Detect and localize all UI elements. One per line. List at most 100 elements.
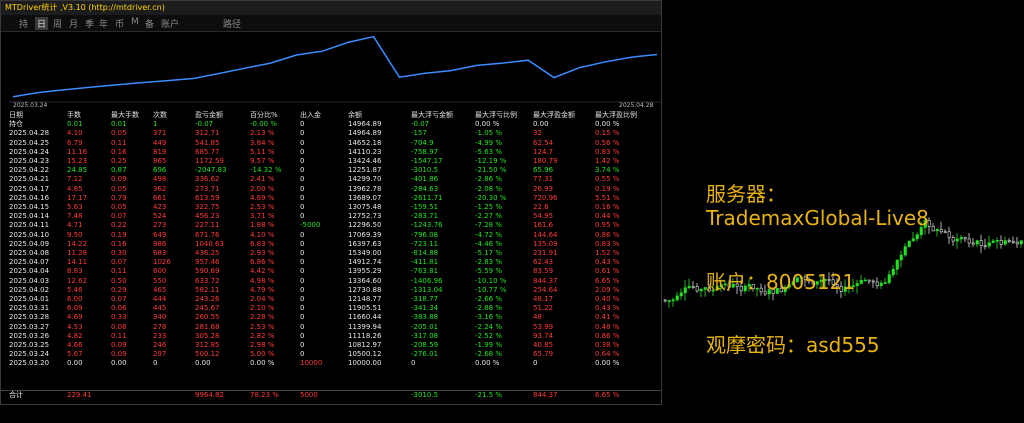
- table-row[interactable]: 2025.04.24 11.16 0.16 819 685.77 5.11 % 0 14110…: [9, 148, 655, 157]
- col-header[interactable]: 最大浮盈比例: [595, 111, 655, 120]
- candle-body: [691, 286, 695, 288]
- cell: -1.25 %: [475, 203, 502, 212]
- cell: 53.99: [533, 322, 554, 331]
- cell: 持仓: [9, 120, 23, 129]
- cell: 54.95: [533, 212, 554, 221]
- table-row[interactable]: 2025.03.20 0.00 0.00 0 0.00 0.00 % 10000 10000.…: [9, 359, 655, 368]
- col-header[interactable]: 余额: [348, 111, 411, 120]
- table-row[interactable]: 2025.04.28 4.10 0.05 371 312.71 2.13 % 0 14964.…: [9, 129, 655, 138]
- cell: -2.68 %: [475, 350, 502, 359]
- menu-item-day[interactable]: 日: [35, 17, 49, 30]
- cell: 5.63: [67, 203, 83, 212]
- table-row[interactable]: 2025.03.28 4.69 0.33 340 260.55 2.28 % 0 11660.…: [9, 313, 655, 322]
- col-header[interactable]: 最大浮亏金额: [411, 111, 475, 120]
- menu-item-quarter[interactable]: 季: [85, 17, 94, 30]
- cell: 11.28: [67, 249, 88, 258]
- col-header[interactable]: 最大手数: [111, 111, 153, 120]
- table-row[interactable]: 2025.03.24 5.67 0.09 297 500.12 5.00 % 0 10500.…: [9, 350, 655, 359]
- cell: -1243.76: [411, 221, 443, 230]
- cell: 281.68: [195, 322, 220, 331]
- col-header[interactable]: 盈亏金额: [195, 111, 250, 120]
- table-row[interactable]: 2025.04.15 5.63 0.05 423 322.75 2.53 % 0 13075.…: [9, 203, 655, 212]
- table-row[interactable]: 2025.04.04 8.83 0.11 600 590.69 4.42 % 0 13955.…: [9, 267, 655, 276]
- cell: 2025.04.24: [9, 147, 50, 156]
- candle-body: [675, 295, 679, 301]
- table-row[interactable]: 2025.04.23 15.23 0.25 865 1172.59 9.57 % 0 1342…: [9, 157, 655, 166]
- table-row[interactable]: 2025.04.22 24.85 0.87 696 -2047.83 -14.32 % 0 1…: [9, 166, 655, 175]
- table-row[interactable]: 2025.03.25 4.66 0.09 246 312.85 2.98 % 0 10812.…: [9, 341, 655, 350]
- cell: 2025.04.07: [9, 258, 50, 267]
- table-row[interactable]: 2025.03.27 4.53 0.08 278 281.68 2.53 % 0 11399.…: [9, 323, 655, 332]
- cell: 0.05: [111, 203, 127, 212]
- table-row[interactable]: 2025.04.17 4.85 0.05 362 273.71 2.00 % 0 13962.…: [9, 185, 655, 194]
- candle-body: [967, 238, 971, 244]
- cell: 0: [300, 249, 305, 258]
- position-row[interactable]: 持仓 0.01 0.01 1 -0.07 -0.00 % 0 14964.89 …: [9, 120, 655, 129]
- menu-item-currency[interactable]: 币: [115, 17, 124, 30]
- table-row[interactable]: 2025.03.31 6.09 0.06 445 245.67 2.10 % 0 11905.…: [9, 304, 655, 313]
- table-row[interactable]: 2025.04.09 14.22 0.16 886 1040.63 6.83 % 0 1639…: [9, 240, 655, 249]
- table-row[interactable]: 2025.04.16 17.17 0.79 661 613.59 4.69 % 0 13689…: [9, 194, 655, 203]
- col-header[interactable]: 最大浮盈金额: [533, 111, 595, 120]
- menu-item-account[interactable]: 账户: [161, 17, 179, 30]
- table-row[interactable]: 2025.04.10 9.50 0.19 649 671.76 4.10 % 0 17069.…: [9, 231, 655, 240]
- col-header[interactable]: 手数: [67, 111, 111, 120]
- table-row[interactable]: 2025.04.02 5.46 0.29 465 582.11 4.79 % 0 12730.…: [9, 286, 655, 295]
- candle-body: [871, 280, 875, 283]
- table-row[interactable]: 2025.04.08 11.28 0.30 683 436.25 2.93 % 0 15349…: [9, 249, 655, 258]
- cell: 3.71 %: [250, 212, 275, 221]
- cell: 0.00 %: [250, 359, 275, 368]
- cell: 2025.03.27: [9, 322, 50, 331]
- cell: 14652.18: [348, 138, 382, 147]
- menu-item-month[interactable]: 月: [69, 17, 78, 30]
- table-row[interactable]: 2025.03.26 4.82 0.11 233 305.28 2.82 % 0 11118.…: [9, 332, 655, 341]
- cell: 0.07: [111, 212, 127, 221]
- table-row[interactable]: 2025.04.01 6.00 0.07 444 243.26 2.04 % 0 12148.…: [9, 295, 655, 304]
- cell: 1026: [153, 258, 171, 267]
- table-row[interactable]: 2025.04.14 7.48 0.07 524 456.23 3.71 % 0 12752.…: [9, 212, 655, 221]
- menu-item-week[interactable]: 周: [53, 17, 62, 30]
- cell: 0: [300, 203, 305, 212]
- cell: -4.46 %: [475, 239, 502, 248]
- cell: 2025.04.25: [9, 138, 50, 147]
- cell: 13424.46: [348, 157, 382, 166]
- cell: 227.11: [195, 221, 220, 230]
- cell: 0.56 %: [595, 138, 620, 147]
- col-header[interactable]: 百分比%: [250, 111, 300, 120]
- cell: 633.72: [195, 276, 220, 285]
- cell: 13364.60: [348, 276, 382, 285]
- cell: 10812.97: [348, 341, 382, 350]
- candle-body: [959, 237, 963, 240]
- col-header[interactable]: 出入金: [300, 111, 348, 120]
- col-header[interactable]: 日期: [9, 111, 67, 120]
- table-row[interactable]: 2025.04.21 7.12 0.09 498 336.62 2.41 % 0 14299.…: [9, 175, 655, 184]
- cell: 5.46: [67, 285, 83, 294]
- menu-item-year[interactable]: 年: [99, 17, 108, 30]
- table-row[interactable]: 2025.04.25 6.79 0.11 449 541.85 3.84 % 0 14652.…: [9, 139, 655, 148]
- cell: 0: [300, 157, 305, 166]
- cell: 2025.04.16: [9, 193, 50, 202]
- table-row[interactable]: 2025.04.07 14.11 0.07 1026 957.46 6.86 % 0 1491…: [9, 258, 655, 267]
- cell: 844.37: [533, 276, 558, 285]
- menu-item-note[interactable]: 备: [145, 17, 154, 30]
- cell: -1406.96: [411, 276, 443, 285]
- table-row[interactable]: 2025.04.03 12.62 0.50 550 633.72 4.98 % 0 13364…: [9, 277, 655, 286]
- cell: -401.86: [411, 175, 439, 184]
- cell: 312.71: [195, 129, 220, 138]
- cell: 4.42 %: [250, 267, 275, 276]
- table-row[interactable]: 2025.04.11 4.71 0.22 273 227.11 1.88 % -5000 12…: [9, 221, 655, 230]
- cell: 600: [153, 267, 167, 276]
- cell: 15349.00: [348, 249, 382, 258]
- cell: 2025.04.08: [9, 249, 50, 258]
- cell: -20.30 %: [475, 193, 507, 202]
- cell: 2.04 %: [250, 295, 275, 304]
- menu-item-m[interactable]: M: [131, 17, 139, 27]
- menu-item-hold[interactable]: 持: [19, 17, 28, 30]
- cell: 7.48: [67, 212, 83, 221]
- cell: 0: [300, 239, 305, 248]
- candle-body: [687, 286, 691, 288]
- col-header[interactable]: 次数: [153, 111, 195, 120]
- menu-item-path[interactable]: 路径: [223, 17, 241, 30]
- cell: 671.76: [195, 230, 220, 239]
- col-header[interactable]: 最大浮亏比例: [475, 111, 533, 120]
